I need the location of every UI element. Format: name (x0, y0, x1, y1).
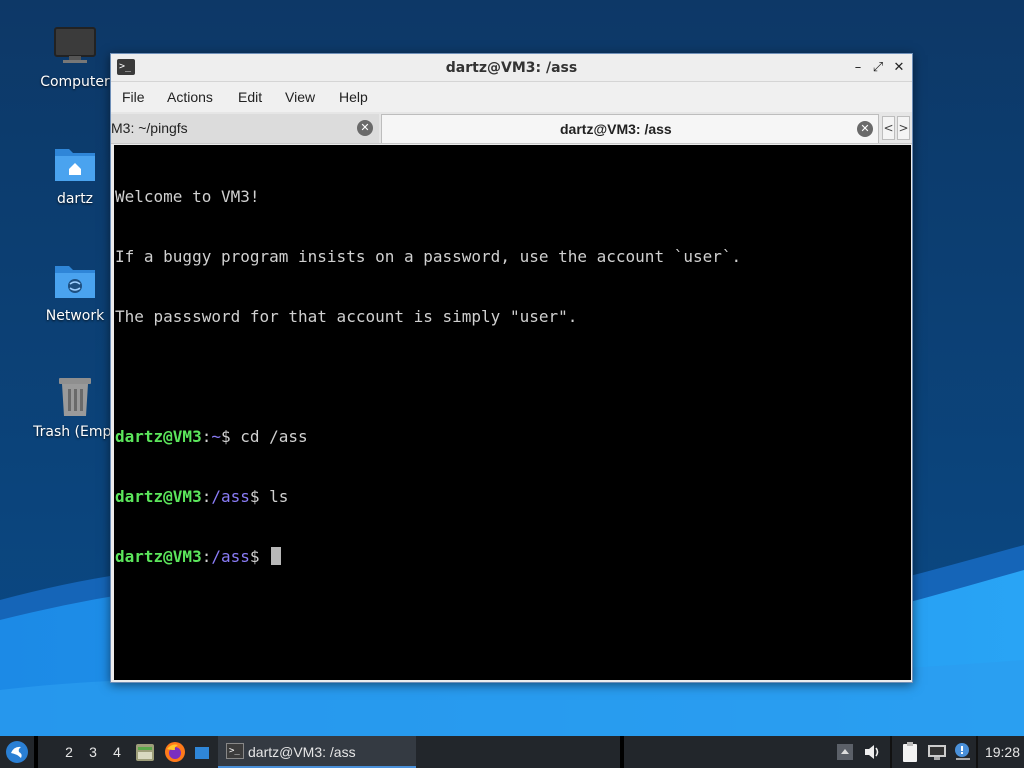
text-cursor (271, 547, 282, 565)
prompt-user: dartz@VM3 (115, 487, 202, 506)
maximize-button[interactable]: ⤢ (869, 58, 887, 78)
terminal-output[interactable]: Welcome to VM3! If a buggy program insis… (114, 145, 911, 680)
tab-label: dartz@VM3: /ass (560, 121, 672, 137)
tab-pingfs[interactable]: M3: ~/pingfs ✕ (111, 114, 379, 143)
home-folder-icon (51, 139, 99, 187)
menu-view[interactable]: View (285, 89, 315, 105)
close-tab-icon[interactable]: ✕ (857, 121, 873, 137)
workspace-4[interactable]: 4 (110, 744, 124, 760)
trash-icon (51, 372, 99, 420)
taskbar-item-terminal[interactable]: >_ dartz@VM3: /ass (218, 736, 416, 768)
motd-line: The passsword for that account is simply… (115, 307, 578, 326)
clock[interactable]: 19:28 (985, 744, 1020, 760)
prompt-separator: : (201, 547, 212, 566)
motd-line: Welcome to VM3! (115, 187, 260, 206)
prompt-command: ls (259, 487, 289, 506)
window-title: dartz@VM3: /ass (445, 60, 578, 76)
taskbar-separator (890, 736, 892, 768)
desktop-icon-label: dartz (56, 191, 94, 207)
menu-help[interactable]: Help (339, 89, 368, 105)
file-manager-icon[interactable] (134, 741, 156, 763)
desktop-icon-label: Trash (Empt (33, 424, 117, 440)
tab-label: M3: ~/pingfs (111, 120, 188, 136)
window-titlebar[interactable]: >_ dartz@VM3: /ass – ⤢ ✕ (111, 54, 912, 82)
network-folder-icon (51, 256, 99, 304)
prompt-user: dartz@VM3 (115, 547, 202, 566)
prompt-symbol: $ (249, 547, 260, 566)
minimize-button[interactable]: – (849, 58, 867, 78)
show-desktop-icon[interactable] (192, 741, 214, 763)
prompt-line: dartz@VM3:/ass$ ls (115, 487, 910, 507)
prompt-command: cd /ass (230, 427, 308, 446)
close-tab-icon[interactable]: ✕ (357, 120, 373, 136)
taskbar-separator (976, 736, 978, 768)
prompt-line: dartz@VM3:~$ cd /ass (115, 427, 910, 447)
close-button[interactable]: ✕ (890, 58, 908, 78)
menu-bar: File Actions Edit View Help (111, 82, 912, 112)
motd-line: If a buggy program insists on a password… (115, 247, 742, 266)
prompt-path: /ass (211, 547, 250, 566)
volume-icon[interactable] (862, 741, 884, 763)
firefox-icon[interactable] (164, 741, 186, 763)
prompt-symbol: $ (220, 427, 231, 446)
tab-bar: M3: ~/pingfs ✕ dartz@VM3: /ass ✕ < > (111, 112, 912, 144)
prompt-path: /ass (211, 487, 250, 506)
prompt-symbol: $ (249, 487, 260, 506)
workspace-2[interactable]: 2 (62, 744, 76, 760)
menu-actions[interactable]: Actions (167, 89, 213, 105)
prompt-user: dartz@VM3 (115, 427, 202, 446)
prompt-line: dartz@VM3:/ass$ (115, 547, 910, 567)
taskbar-separator (620, 736, 624, 768)
desktop-icon-label: Network (45, 308, 105, 324)
tab-scroll-left-button[interactable]: < (882, 116, 895, 140)
terminal-icon: >_ (226, 743, 244, 759)
taskbar: 2 3 4 >_ dartz@VM3: /ass 19:28 (0, 736, 1024, 768)
network-status-icon[interactable] (926, 741, 948, 763)
notification-icon[interactable] (952, 741, 974, 763)
workspace-3[interactable]: 3 (86, 744, 100, 760)
monitor-icon (51, 22, 99, 70)
prompt-separator: : (201, 427, 212, 446)
tab-ass[interactable]: dartz@VM3: /ass ✕ (381, 114, 879, 143)
desktop-icon-label: Computer (40, 74, 110, 90)
taskbar-item-label: dartz@VM3: /ass (248, 744, 356, 760)
taskbar-separator (34, 736, 38, 768)
start-menu-icon[interactable] (5, 740, 29, 764)
tray-expand-icon[interactable] (834, 741, 856, 763)
prompt-command (260, 547, 270, 566)
clipboard-icon[interactable] (899, 741, 921, 763)
menu-file[interactable]: File (122, 89, 145, 105)
menu-edit[interactable]: Edit (238, 89, 262, 105)
prompt-separator: : (201, 487, 212, 506)
terminal-window: >_ dartz@VM3: /ass – ⤢ ✕ File Actions Ed… (110, 53, 913, 683)
prompt-path: ~ (211, 427, 221, 446)
tab-scroll-right-button[interactable]: > (897, 116, 910, 140)
